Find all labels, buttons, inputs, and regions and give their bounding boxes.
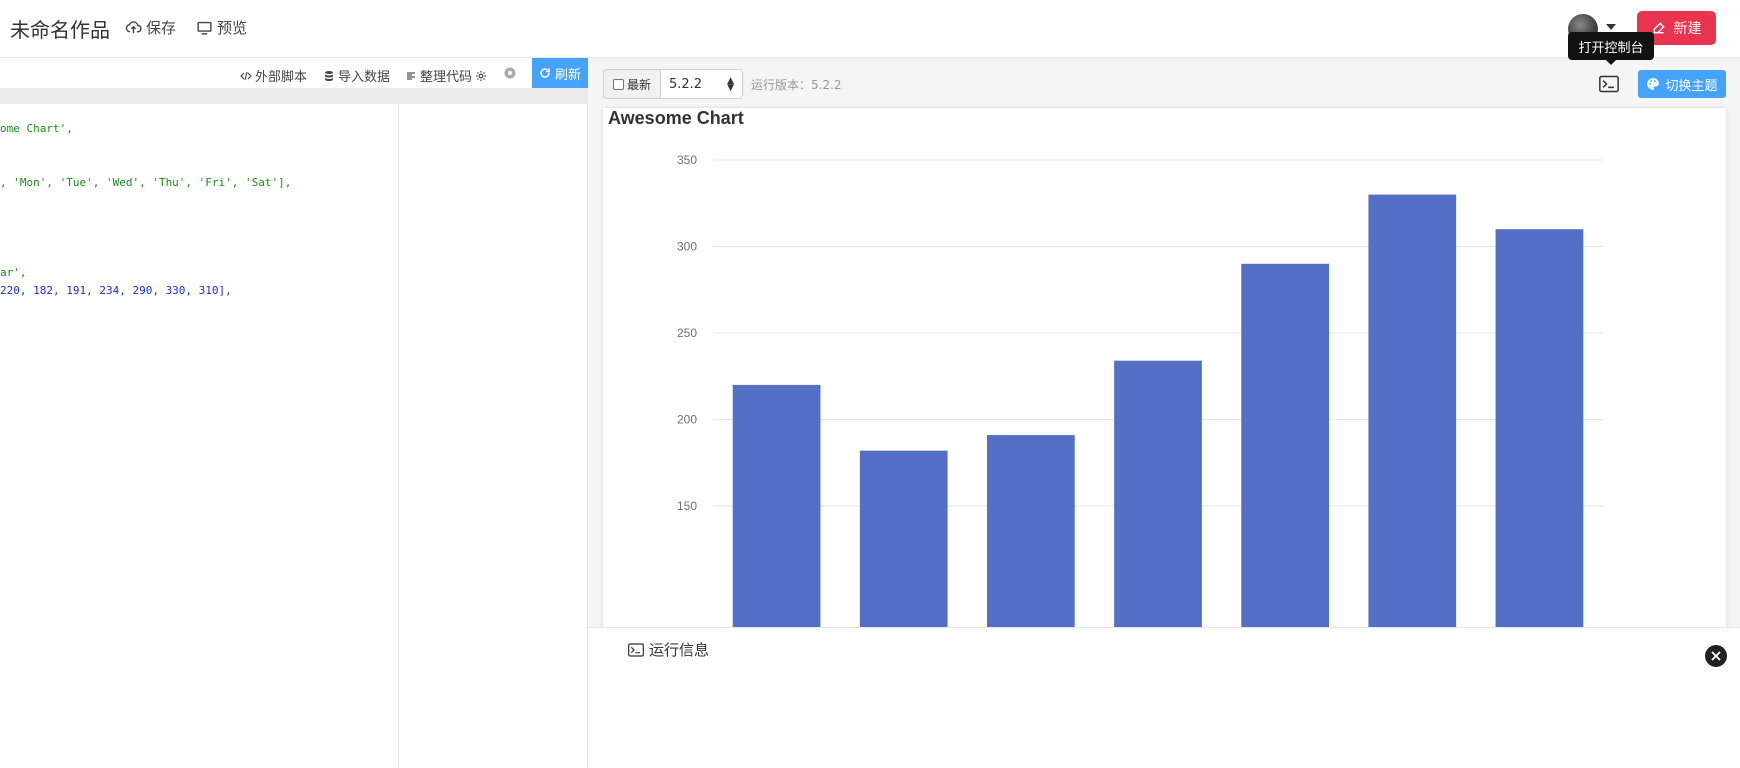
bar-thu[interactable] [1241,263,1330,688]
format-code-label: 整理代码 [420,70,473,85]
chevron-down-icon[interactable] [1606,24,1616,30]
monitor-icon [197,21,212,35]
code-line: 220, 182, 191, 234, 290, 330, 310], [0,284,232,297]
code-area[interactable]: ome Chart', , 'Mon', 'Tue', 'Wed', 'Thu'… [0,104,398,768]
format-code-button[interactable]: 整理代码 [405,66,487,85]
chart-container: Awesome Chart 350 300 250 200 150 [603,108,1726,688]
y-tick-label: 250 [677,326,697,340]
latest-label: 最新 [626,77,651,92]
refresh-icon [540,68,550,78]
code-editor-panel: 外部脚本 导入数据 整理代码 刷新 ome Chart', , 'Mon', '… [0,58,588,768]
run-info-panel: 运行信息 [588,627,1740,768]
bar-sat[interactable] [1495,229,1584,688]
edit-icon [1653,22,1665,34]
bar-fri[interactable] [1368,194,1457,688]
latest-checkbox[interactable]: 最新 [603,69,661,99]
run-info-label: 运行信息 [649,641,710,659]
checkbox-icon[interactable] [612,78,624,90]
editor-divider [398,104,399,768]
switch-theme-label: 切换主题 [1665,78,1718,94]
import-data-button[interactable]: 导入数据 [323,66,390,85]
y-tick-label: 350 [677,153,697,167]
select-arrows-icon: ▲ ▼ [727,76,734,93]
external-script-label: 外部脚本 [255,70,308,85]
console-tooltip: 打开控制台 [1568,32,1654,65]
align-left-icon [407,71,415,80]
y-tick-label: 300 [677,240,697,254]
version-value: 5.2.2 [669,76,703,92]
y-tick-label: 200 [677,413,697,427]
cloud-upload-icon [125,21,142,34]
close-icon [1711,651,1721,661]
app-root: 未命名作品 保存 预览 新建 打开控制台 外部脚本 导入数据 整理代码 刷新 o… [0,0,1740,768]
settings-circle-button[interactable] [504,67,516,79]
version-select[interactable]: 5.2.2 ▲ ▼ [661,69,743,99]
database-icon [325,70,333,81]
settings-circle-icon [504,67,516,79]
editor-tab-bar [0,88,588,104]
bar-chart: 350 300 250 200 150 [677,153,1603,688]
close-button[interactable] [1705,645,1727,667]
import-data-label: 导入数据 [338,70,391,85]
code-line: ar', [0,266,27,279]
new-label: 新建 [1673,21,1702,37]
preview-label: 预览 [217,19,248,37]
y-tick-label: 150 [677,499,697,513]
palette-icon [1647,78,1660,90]
external-script-button[interactable]: 外部脚本 [240,66,307,85]
switch-theme-button[interactable]: 切换主题 [1638,70,1726,98]
code-icon [240,71,252,80]
top-header: 未命名作品 保存 预览 新建 打开控制台 [0,0,1740,65]
gear-icon[interactable] [475,70,487,82]
code-line: ome Chart', [0,122,73,135]
preview-toolbar: 最新 5.2.2 ▲ ▼ 运行版本：5.2.2 切换主题 [588,58,1740,108]
run-info-tab[interactable]: 运行信息 [628,639,709,660]
preview-button[interactable]: 预览 [196,17,247,38]
terminal-icon[interactable] [1599,75,1619,93]
editor-toolbar: 外部脚本 导入数据 整理代码 刷新 [0,58,588,88]
terminal-icon [628,642,644,657]
run-version-text: 运行版本：5.2.2 [751,78,842,92]
save-label: 保存 [146,19,177,37]
refresh-label: 刷新 [554,67,581,83]
code-line: , 'Mon', 'Tue', 'Wed', 'Thu', 'Fri', 'Sa… [0,176,292,189]
refresh-button[interactable]: 刷新 [532,58,588,88]
project-title[interactable]: 未命名作品 [10,14,110,43]
save-button[interactable]: 保存 [125,17,176,38]
chart-title: Awesome Chart [608,108,744,128]
